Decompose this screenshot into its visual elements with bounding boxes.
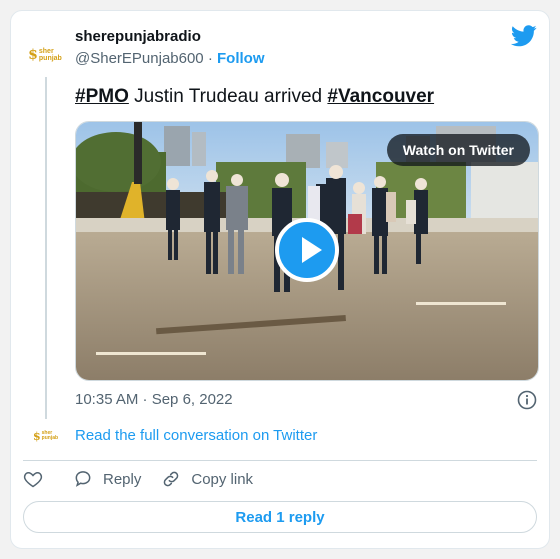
sherepunjab-logo-icon: $	[28, 47, 38, 63]
small-avatar: $ sher punjab	[33, 429, 59, 443]
author-display-name[interactable]: sherepunjabradio	[75, 28, 201, 45]
author-handle[interactable]: @SherEPunjab600	[75, 50, 204, 67]
info-icon[interactable]	[517, 390, 537, 410]
reply-button[interactable]: Reply	[73, 469, 141, 489]
copy-link-label: Copy link	[191, 470, 254, 488]
author-handle-line: @SherEPunjab600 · Follow	[75, 50, 265, 67]
play-icon[interactable]	[275, 218, 339, 282]
sherepunjab-logo-text: sher punjab	[38, 48, 62, 62]
read-full-conversation-link[interactable]: Read the full conversation on Twitter	[75, 427, 317, 444]
twitter-bird-icon[interactable]	[511, 25, 537, 47]
heart-icon	[23, 471, 43, 488]
action-bar: Reply Copy link	[23, 469, 273, 489]
reply-bubble-icon	[75, 471, 91, 487]
follow-button[interactable]: Follow	[217, 50, 265, 67]
tweet-timestamp[interactable]: 10:35 AM · Sep 6, 2022	[75, 391, 233, 408]
hashtag-pmo[interactable]: #PMO	[75, 86, 129, 107]
read-replies-button[interactable]: Read 1 reply	[23, 501, 537, 533]
sherepunjab-small-logo-text: sher punjab	[41, 430, 59, 441]
watch-on-twitter-button[interactable]: Watch on Twitter	[386, 134, 530, 166]
like-button[interactable]	[23, 469, 53, 489]
handle-separator: ·	[203, 50, 217, 67]
tweet-text-middle: Justin Trudeau arrived	[128, 86, 328, 107]
link-icon	[164, 471, 179, 487]
thread-line	[45, 77, 47, 419]
author-avatar[interactable]: $ sher punjab	[25, 35, 65, 75]
divider	[23, 460, 537, 461]
tweet-text: #PMO Justin Trudeau arrived #Vancouver	[75, 85, 434, 109]
copy-link-button[interactable]: Copy link	[161, 469, 253, 489]
video-thumbnail[interactable]: Watch on Twitter	[75, 121, 539, 381]
sherepunjab-small-logo-icon: $	[33, 429, 41, 443]
tweet-card: $ sher punjab sherepunjabradio @SherEPunj…	[10, 10, 550, 549]
reply-label: Reply	[103, 470, 142, 488]
hashtag-vancouver[interactable]: #Vancouver	[327, 86, 434, 107]
